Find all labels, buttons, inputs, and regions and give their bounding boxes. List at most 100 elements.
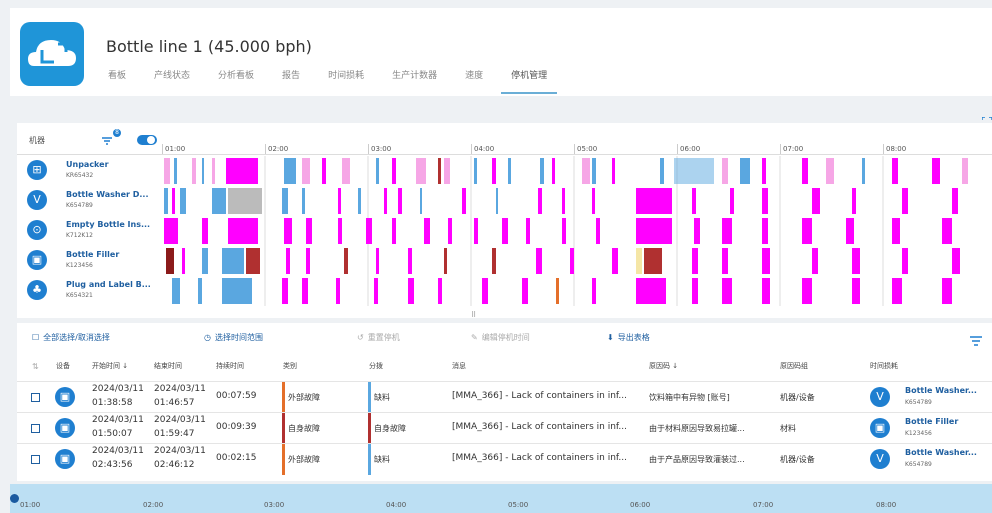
downtime-timeline[interactable] xyxy=(162,156,992,306)
edit-downtime-button[interactable]: ✎ 编辑停机时间 xyxy=(471,332,530,343)
duration: 00:07:59 xyxy=(216,391,257,401)
header-reason-code[interactable]: 原因码 ↓ xyxy=(649,361,678,371)
app-header: Bottle line 1 (45.000 bph) 看板 产线状态 分析看板 … xyxy=(10,8,992,96)
table-row[interactable]: ▣ 2024/03/11 02:43:56 2024/03/11 02:46:1… xyxy=(17,443,992,475)
row-checkbox[interactable] xyxy=(31,393,40,402)
fullscreen-icon[interactable] xyxy=(981,112,992,128)
overview-tick: 06:00 xyxy=(630,501,651,509)
reset-icon: ↺ xyxy=(357,333,364,342)
machine-row-plug-and-label[interactable]: ♣ Plug and Label B... K654321 xyxy=(17,277,162,307)
header-category[interactable]: 类别 xyxy=(283,361,297,371)
pencil-icon: ✎ xyxy=(471,333,478,342)
header-time-loss[interactable]: 时间损耗 xyxy=(870,361,898,371)
message: [MMA_366] - Lack of containers in inf... xyxy=(452,422,628,432)
overview-tick: 02:00 xyxy=(143,501,164,509)
start-date: 2024/03/11 xyxy=(92,415,144,425)
header-device[interactable]: 设备 xyxy=(56,361,70,371)
overview-tick: 04:00 xyxy=(386,501,407,509)
row-empty-bottle-inspector-events xyxy=(164,218,952,244)
machine-row-bottle-filler[interactable]: ▣ Bottle Filler K123456 xyxy=(17,247,162,277)
row-checkbox[interactable] xyxy=(31,424,40,433)
time-range-overview[interactable]: 01:00 02:00 03:00 04:00 05:00 06:00 07:0… xyxy=(10,484,992,513)
filler-icon: ▣ xyxy=(27,250,47,270)
overview-tick: 05:00 xyxy=(508,501,529,509)
tab-time-loss[interactable]: 时间损耗 xyxy=(318,69,374,94)
machine-name[interactable]: Bottle Filler xyxy=(905,417,958,426)
end-time: 02:46:12 xyxy=(154,460,195,470)
sort-icon[interactable]: ⇅ xyxy=(32,362,39,371)
reason-group: 机器/设备 xyxy=(780,393,815,402)
machine-row-bottle-washer[interactable]: V Bottle Washer D... K654789 xyxy=(17,187,162,217)
row-unpacker-events xyxy=(164,158,968,184)
message: [MMA_366] - Lack of containers in inf... xyxy=(452,453,628,463)
bottle-washer-icon: V xyxy=(27,190,47,210)
category-color-bar xyxy=(282,382,285,413)
message: [MMA_366] - Lack of containers in inf... xyxy=(452,391,628,401)
machine-name: Plug and Label B... xyxy=(66,280,151,289)
machine-name[interactable]: Bottle Washer... xyxy=(905,448,977,457)
dispatch-color-bar xyxy=(368,413,371,444)
start-date: 2024/03/11 xyxy=(92,384,144,394)
time-tick: 04:00 xyxy=(471,144,494,154)
machine-row-unpacker[interactable]: ⊞ Unpacker KR65432 xyxy=(17,157,162,187)
header-message[interactable]: 消息 xyxy=(452,361,466,371)
machine-code: K654789 xyxy=(905,399,932,406)
overview-tick: 03:00 xyxy=(264,501,285,509)
machine-name: Bottle Washer D... xyxy=(66,190,149,199)
category: 外部故障 xyxy=(288,455,320,464)
toggle-knob xyxy=(147,136,155,144)
select-time-range-button[interactable]: ◷ 选择时间范围 xyxy=(204,332,263,343)
machine-name: Empty Bottle Ins... xyxy=(66,220,151,229)
tab-downtime-management[interactable]: 停机管理 xyxy=(501,69,558,94)
machine-name: Bottle Filler xyxy=(66,250,120,259)
tab-line-status[interactable]: 产线状态 xyxy=(144,69,200,94)
row-plug-and-label-events xyxy=(172,278,952,304)
tab-analysis-board[interactable]: 分析看板 xyxy=(208,69,264,94)
cloud-logo-icon xyxy=(20,22,84,86)
header-end-time[interactable]: 结束时间 xyxy=(154,361,182,371)
machine-code: K654789 xyxy=(905,461,932,468)
overview-tick: 01:00 xyxy=(20,501,41,509)
filler-icon: ▣ xyxy=(55,449,75,469)
edit-downtime-label: 编辑停机时间 xyxy=(481,333,530,342)
header-dispatch[interactable]: 分拨 xyxy=(369,361,383,371)
download-icon: ⬇ xyxy=(607,333,614,342)
filler-icon: ▣ xyxy=(55,387,75,407)
time-tick: 02:00 xyxy=(265,144,288,154)
header-start-time[interactable]: 开始时间 ↓ xyxy=(92,361,128,371)
reset-downtime-button[interactable]: ↺ 重置停机 xyxy=(357,332,400,343)
row-bottle-filler-events xyxy=(166,248,960,274)
header-reason-group[interactable]: 原因码组 xyxy=(780,361,808,371)
tab-speed[interactable]: 速度 xyxy=(455,69,493,94)
select-all-button[interactable]: ☐ 全部选择/取消选择 xyxy=(32,332,110,343)
category-color-bar xyxy=(282,413,285,444)
header-duration[interactable]: 持续时间 xyxy=(216,361,244,371)
table-row[interactable]: ▣ 2024/03/11 01:38:58 2024/03/11 01:46:5… xyxy=(17,381,992,413)
reason-code: 由于材料原因导致易拉罐... xyxy=(649,424,745,433)
unpacker-icon: ⊞ xyxy=(27,160,47,180)
bottle-washer-icon: V xyxy=(870,449,890,469)
export-table-button[interactable]: ⬇ 导出表格 xyxy=(607,332,650,343)
machine-name: Unpacker xyxy=(66,160,109,169)
reason-code: 饮料箱中有异物 [账号] xyxy=(649,393,730,402)
tab-bar: 看板 产线状态 分析看板 报告 时间损耗 生产计数器 速度 停机管理 xyxy=(98,69,565,94)
machine-code: K123456 xyxy=(905,430,932,437)
end-date: 2024/03/11 xyxy=(154,384,206,394)
table-row[interactable]: ▣ 2024/03/11 01:50:07 2024/03/11 01:59:4… xyxy=(17,412,992,444)
machine-name[interactable]: Bottle Washer... xyxy=(905,386,977,395)
machine-code: K654789 xyxy=(66,202,93,209)
tab-reports[interactable]: 报告 xyxy=(272,69,310,94)
select-all-label: 全部选择/取消选择 xyxy=(43,333,110,342)
end-time: 01:59:47 xyxy=(154,429,195,439)
tab-production-counter[interactable]: 生产计数器 xyxy=(382,69,447,94)
resize-grip-icon[interactable]: ⠿ xyxy=(471,311,476,319)
reason-code: 由于产品原因导致灌装过... xyxy=(649,455,745,464)
range-start-handle[interactable] xyxy=(10,494,19,503)
end-date: 2024/03/11 xyxy=(154,446,206,456)
filler-icon: ▣ xyxy=(55,418,75,438)
dispatch: 缺料 xyxy=(374,393,390,402)
column-settings-icon[interactable] xyxy=(970,331,984,346)
row-checkbox[interactable] xyxy=(31,455,40,464)
machine-row-empty-bottle-inspector[interactable]: ⊙ Empty Bottle Ins... K712K12 xyxy=(17,217,162,247)
tab-dashboard[interactable]: 看板 xyxy=(98,69,136,94)
